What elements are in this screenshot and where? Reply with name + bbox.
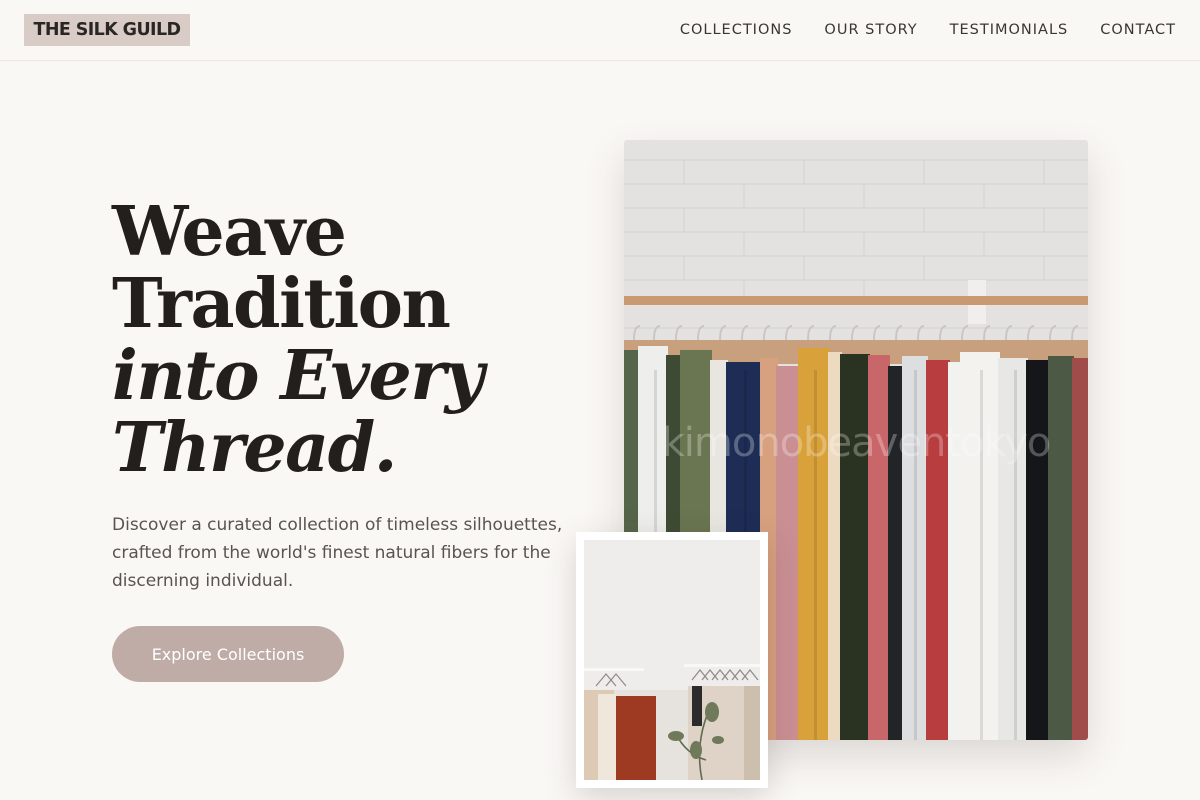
nav-link-collections[interactable]: COLLECTIONS [680, 22, 793, 38]
nav-link-contact[interactable]: CONTACT [1100, 22, 1176, 38]
brand-logo[interactable]: THE SILK GUILD [24, 14, 190, 46]
explore-collections-button[interactable]: Explore Collections [112, 626, 344, 682]
inset-rack-illustration [584, 540, 760, 780]
headline-line-3: into Every [112, 336, 484, 416]
hero-description: Discover a curated collection of timeles… [112, 515, 563, 591]
headline-line-1: Weave [112, 192, 347, 272]
hero-headline: Weave Tradition into Every Thread. [112, 196, 572, 484]
main-nav: COLLECTIONS OUR STORY TESTIMONIALS CONTA… [680, 0, 1176, 60]
nav-link-our-story[interactable]: OUR STORY [824, 22, 917, 38]
nav-link-testimonials[interactable]: TESTIMONIALS [950, 22, 1069, 38]
headline-line-4: Thread. [112, 408, 397, 488]
site-header: THE SILK GUILD COLLECTIONS OUR STORY TES… [0, 0, 1200, 61]
image-watermark: kimonobeaventokyo [661, 420, 1052, 466]
inset-image-frame [576, 532, 768, 788]
headline-line-2: Tradition [112, 264, 451, 344]
